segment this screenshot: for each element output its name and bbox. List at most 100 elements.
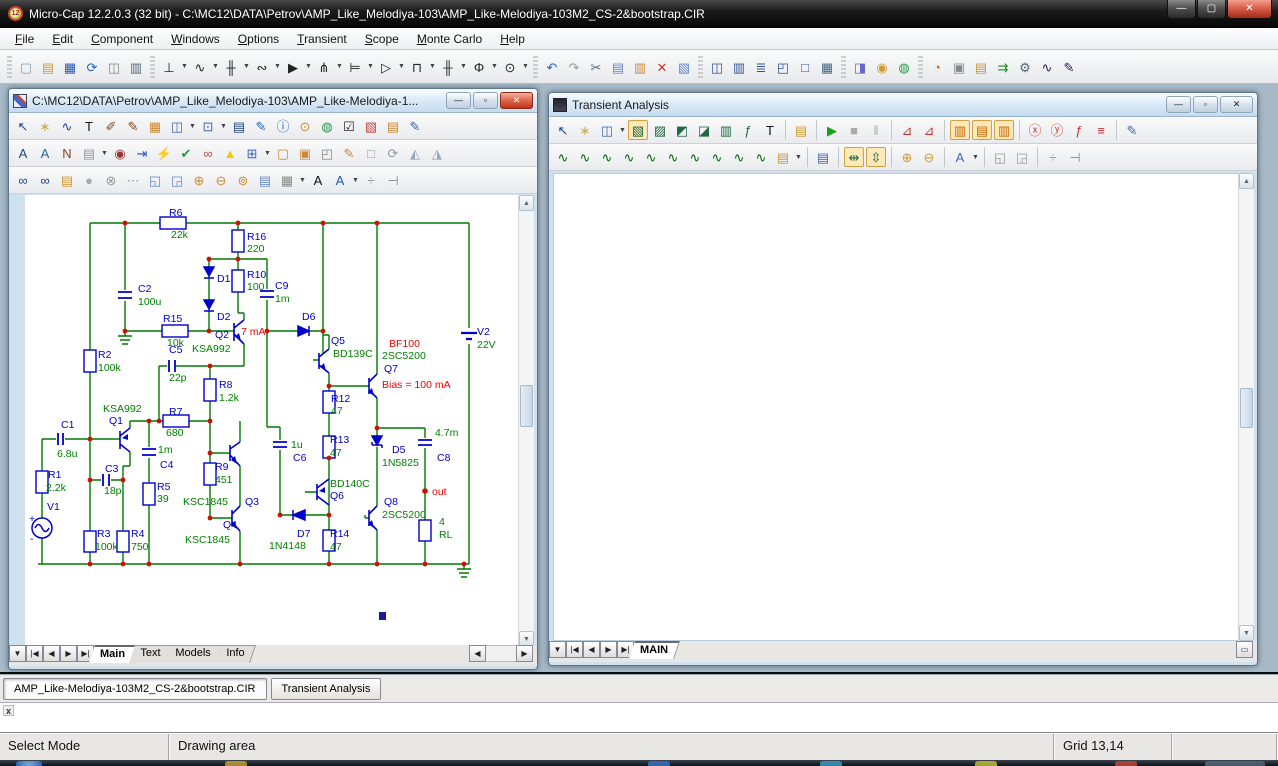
toolbar-icon[interactable]: ▧: [361, 116, 381, 136]
component-label[interactable]: C4: [160, 459, 174, 471]
toolbar-icon[interactable]: ⊥: [159, 57, 179, 77]
component-label[interactable]: 22p: [169, 372, 187, 384]
schematic-close-button[interactable]: ✕: [500, 92, 533, 109]
toolbar-icon[interactable]: ↖: [13, 116, 33, 136]
toolbar-icon[interactable]: T: [760, 120, 780, 140]
component-label[interactable]: out: [432, 486, 447, 498]
toolbar-icon[interactable]: ◭: [405, 143, 425, 163]
plot-pane[interactable]: [553, 173, 1241, 641]
component-label[interactable]: R1: [48, 469, 62, 481]
component-label[interactable]: KSC1845: [183, 496, 228, 508]
toolbar-icon[interactable]: ∿: [641, 147, 661, 167]
toolbar-icon[interactable]: ▶: [283, 57, 303, 77]
component-label[interactable]: 451: [215, 474, 233, 486]
waveform-plot[interactable]: [554, 174, 1240, 640]
menu-transient[interactable]: Transient: [288, 30, 356, 48]
toolbar-icon[interactable]: Φ: [469, 57, 489, 77]
dropdown-icon[interactable]: ▼: [100, 150, 109, 157]
menu-scope[interactable]: Scope: [356, 30, 408, 48]
analysis-close-button[interactable]: ✕: [1220, 96, 1253, 113]
toolbar-icon[interactable]: ▶: [822, 120, 842, 140]
toolbar-icon[interactable]: ∿: [1037, 57, 1057, 77]
toolbar-icon[interactable]: ↷: [564, 57, 584, 77]
toolbar-icon[interactable]: ⟳: [383, 143, 403, 163]
windows-taskbar[interactable]: [0, 760, 1278, 766]
component-label[interactable]: 1m: [275, 293, 290, 305]
toolbar-icon[interactable]: ⊓: [407, 57, 427, 77]
toolbar-icon[interactable]: ✎: [1122, 120, 1142, 140]
menu-monte-carlo[interactable]: Monte Carlo: [408, 30, 491, 48]
menu-help[interactable]: Help: [491, 30, 534, 48]
component-label[interactable]: BD139C: [333, 348, 373, 360]
toolbar-icon[interactable]: ◲: [1012, 147, 1032, 167]
toolbar-icon[interactable]: ⊿: [919, 120, 939, 140]
toolbar-icon[interactable]: ⇥: [132, 143, 152, 163]
toolbar-icon[interactable]: ⊖: [211, 170, 231, 190]
toolbar-icon[interactable]: ⊣: [1065, 147, 1085, 167]
toolbar-icon[interactable]: ⊙: [295, 116, 315, 136]
toolbar-icon[interactable]: ∿: [597, 147, 617, 167]
toolbar-icon[interactable]: ◪: [694, 120, 714, 140]
component-label[interactable]: R6: [169, 207, 183, 219]
toolbar-icon[interactable]: ⊿: [897, 120, 917, 140]
toolbar-icon[interactable]: ▦: [277, 170, 297, 190]
toolbar-icon[interactable]: ╫: [221, 57, 241, 77]
toolbar-icon[interactable]: ∿: [751, 147, 771, 167]
toolbar-icon[interactable]: ▥: [994, 120, 1014, 140]
component-label[interactable]: 47: [331, 405, 343, 417]
scroll-up-icon[interactable]: ▲: [1239, 173, 1254, 189]
component-label[interactable]: V1: [47, 501, 60, 513]
toolbar-icon[interactable]: ∿: [57, 116, 77, 136]
component-label[interactable]: R2: [98, 349, 112, 361]
schematic-window-titlebar[interactable]: C:\MC12\DATA\Petrov\AMP_Like_Melodiya-10…: [9, 89, 537, 113]
analysis-restore-button[interactable]: ▫: [1193, 96, 1218, 113]
component-label[interactable]: 22V: [477, 339, 496, 351]
tab-prev-icon[interactable]: ◀: [43, 645, 60, 662]
tab-next-icon[interactable]: ▶: [600, 641, 617, 658]
component-label[interactable]: R14: [330, 528, 349, 540]
toolbar-icon[interactable]: ▥: [716, 120, 736, 140]
dropdown-icon[interactable]: ▼: [618, 127, 627, 134]
toolbar-icon[interactable]: ƒ: [738, 120, 758, 140]
component-label[interactable]: KSA992: [192, 343, 231, 355]
toolbar-icon[interactable]: ∿: [707, 147, 727, 167]
component-label[interactable]: 6.8u: [57, 448, 78, 460]
toolbar-icon[interactable]: ‖: [866, 120, 886, 140]
toolbar-icon[interactable]: ●: [79, 170, 99, 190]
toolbar-icon[interactable]: ✎: [339, 143, 359, 163]
toolbar-icon[interactable]: ◍: [894, 57, 914, 77]
toolbar-icon[interactable]: ▣: [295, 143, 315, 163]
toolbar-icon[interactable]: ∿: [729, 147, 749, 167]
component-label[interactable]: 1N4148: [269, 540, 306, 552]
dropdown-icon[interactable]: ▼: [211, 63, 220, 70]
toolbar-icon[interactable]: ▧: [674, 57, 694, 77]
toolbar-icon[interactable]: ▦: [145, 116, 165, 136]
component-label[interactable]: RL: [439, 529, 453, 541]
toolbar-icon[interactable]: ⊚: [233, 170, 253, 190]
component-label[interactable]: D5: [392, 444, 406, 456]
tab-first-icon[interactable]: |◀: [566, 641, 583, 658]
dropdown-icon[interactable]: ▼: [304, 63, 313, 70]
toolbar-icon[interactable]: ∞: [35, 170, 55, 190]
dropdown-icon[interactable]: ▼: [180, 63, 189, 70]
toolbar-icon[interactable]: ⇉: [993, 57, 1013, 77]
menu-options[interactable]: Options: [229, 30, 288, 48]
toolbar-icon[interactable]: ◨: [850, 57, 870, 77]
hscroll-right-icon[interactable]: ▶: [516, 645, 533, 662]
component-label[interactable]: BD140C: [330, 478, 370, 490]
toolbar-icon[interactable]: ╫: [438, 57, 458, 77]
dropdown-icon[interactable]: ▼: [490, 63, 499, 70]
toolbar-icon[interactable]: ⇹: [844, 147, 864, 167]
component-label[interactable]: -: [30, 533, 34, 545]
start-orb[interactable]: [16, 761, 42, 766]
component-label[interactable]: R3: [97, 528, 111, 540]
toolbar-icon[interactable]: ◫: [167, 116, 187, 136]
component-label[interactable]: Bias = 100 mA: [382, 379, 451, 391]
toolbar-icon[interactable]: ▤: [972, 120, 992, 140]
toolbar-icon[interactable]: ▤: [383, 116, 403, 136]
toolbar-icon[interactable]: ✎: [251, 116, 271, 136]
toolbar-icon[interactable]: T: [79, 116, 99, 136]
component-label[interactable]: 2SC5200: [382, 509, 426, 521]
toolbar-icon[interactable]: ⊕: [189, 170, 209, 190]
component-label[interactable]: 1.2k: [219, 392, 240, 404]
